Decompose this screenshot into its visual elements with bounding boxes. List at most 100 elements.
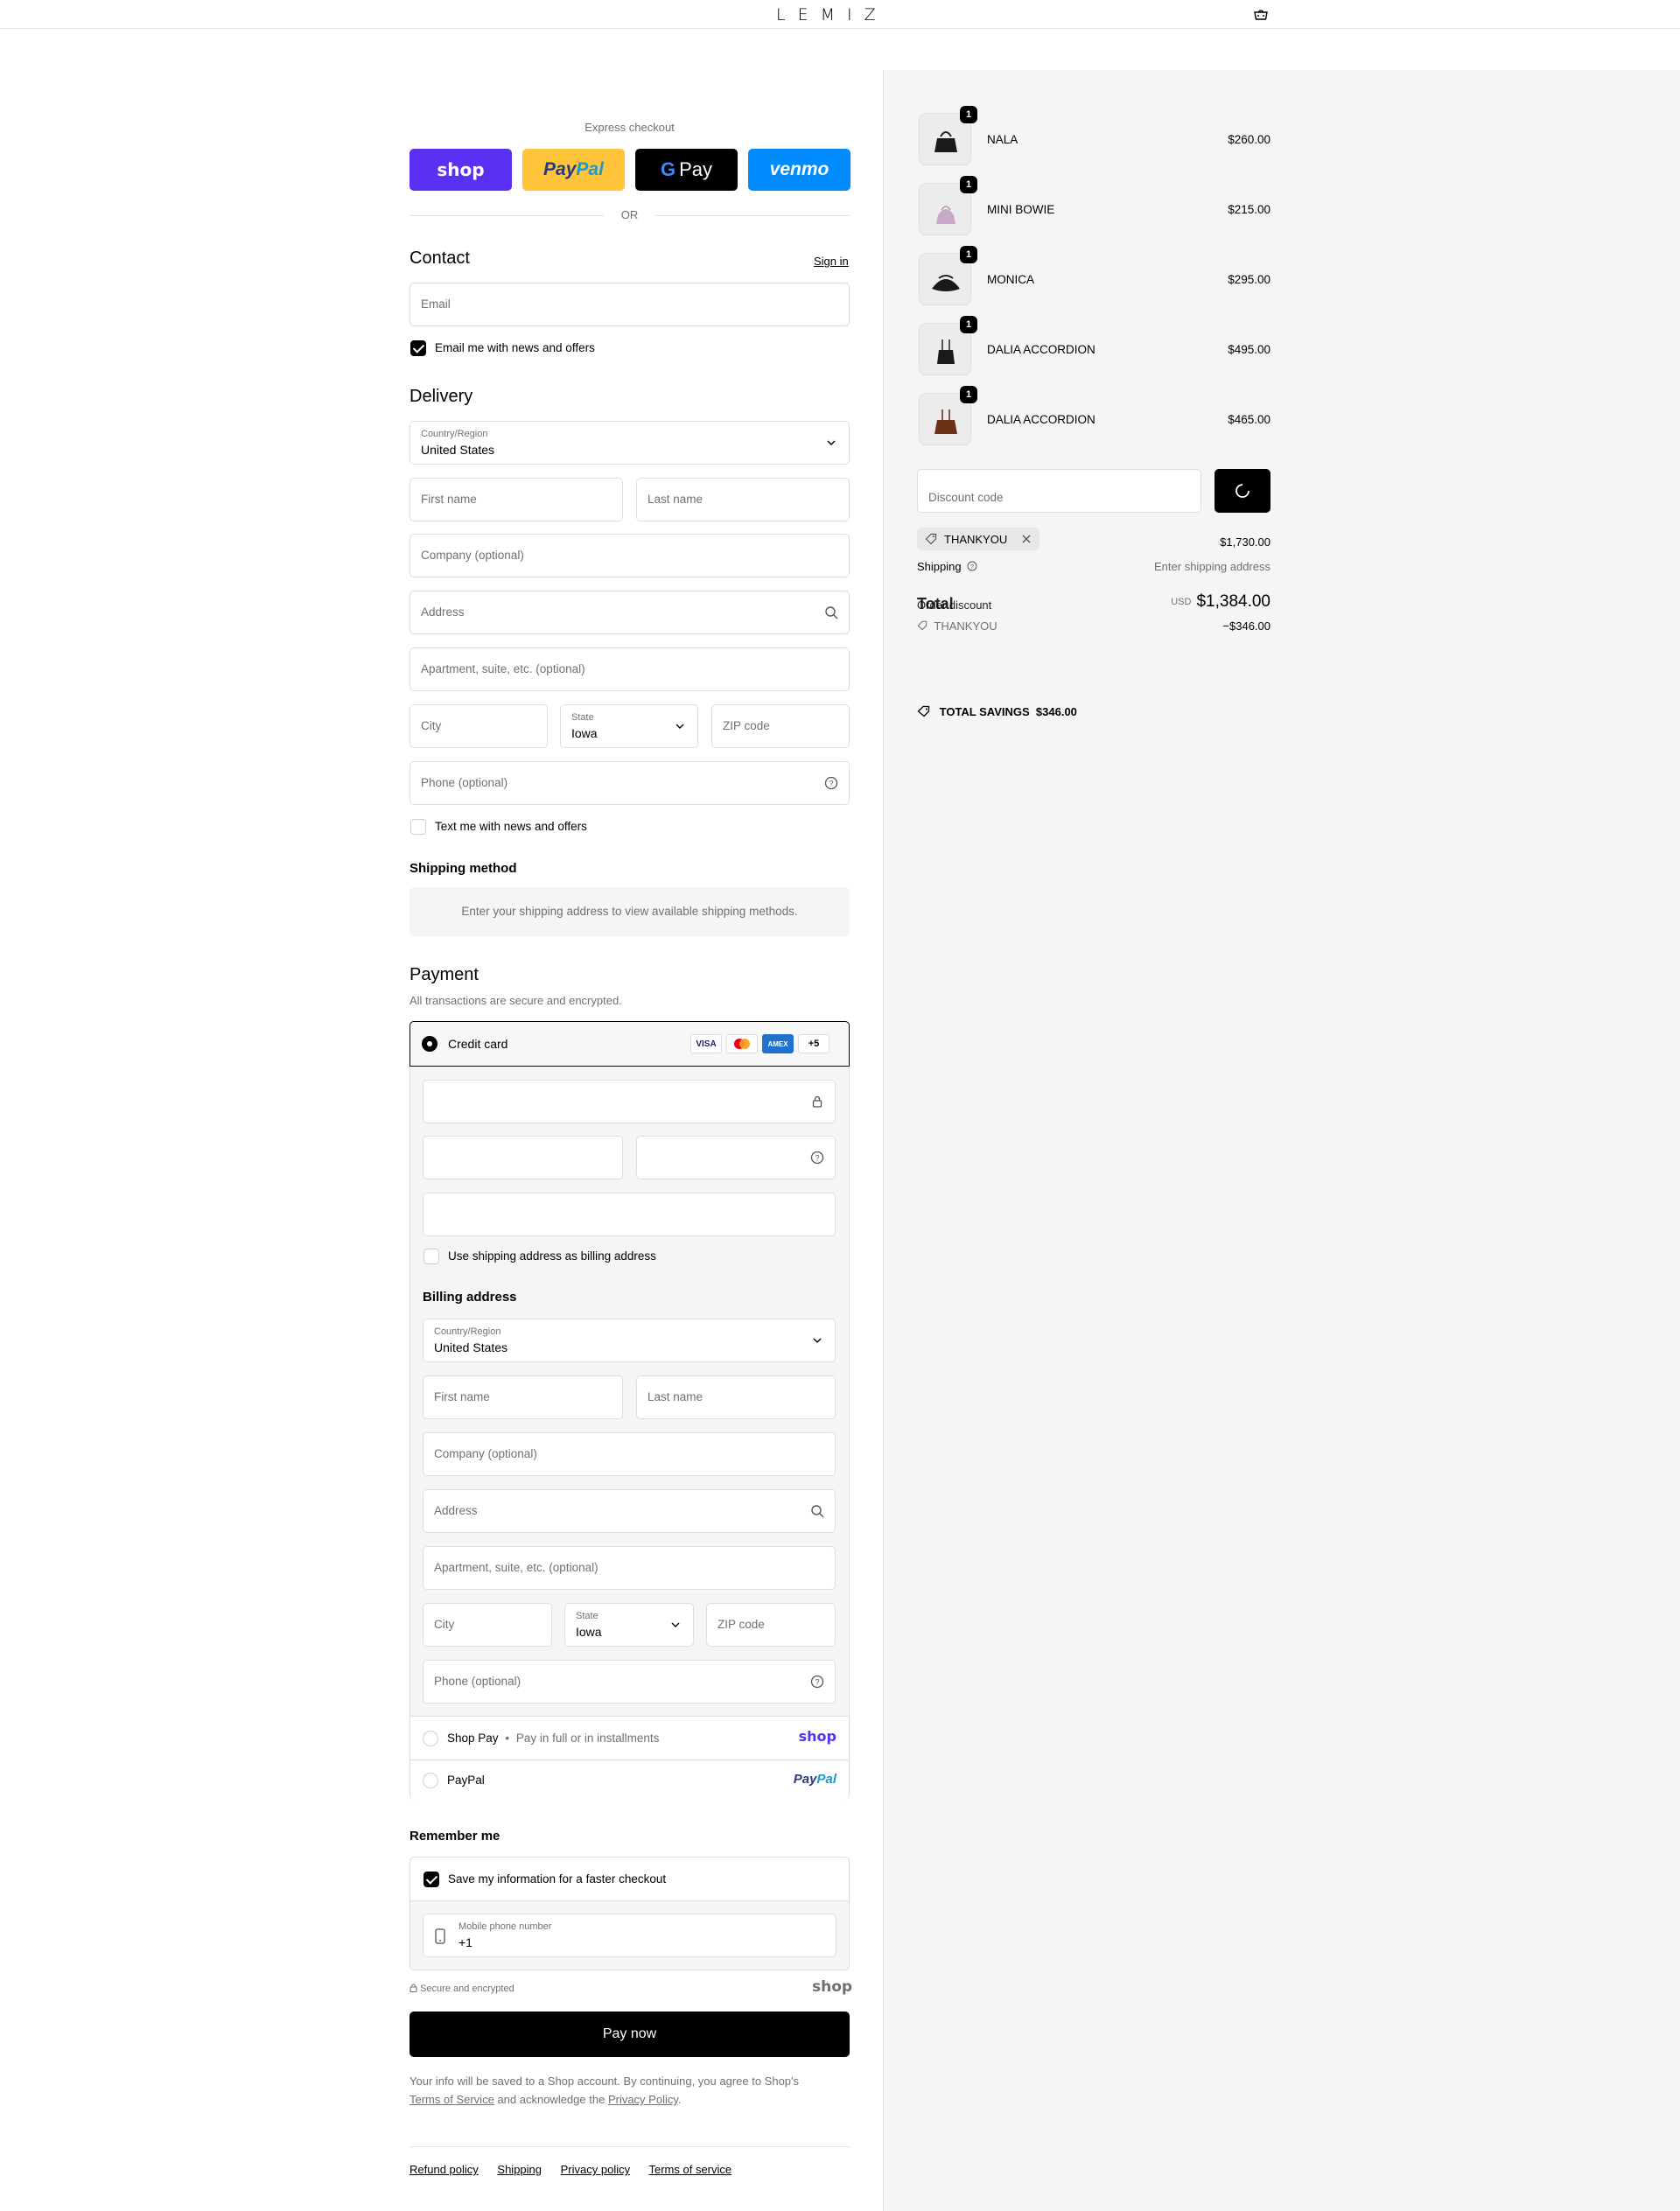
text-news-checkbox[interactable]: [410, 819, 426, 835]
help-icon[interactable]: ?: [810, 1675, 824, 1689]
address-field[interactable]: Address: [410, 591, 850, 634]
email-news-label: Email me with news and offers: [435, 341, 595, 354]
shipping-method-title: Shipping method: [410, 861, 517, 876]
billing-address-field[interactable]: Address: [423, 1489, 836, 1533]
apply-discount-button[interactable]: [1214, 469, 1270, 513]
state-select[interactable]: State Iowa: [560, 704, 698, 748]
svg-text:?: ?: [829, 780, 833, 788]
lock-icon: [812, 1095, 822, 1108]
paypal-button[interactable]: Pay Pal: [522, 149, 625, 191]
google-pay-button[interactable]: G Pay: [635, 149, 738, 191]
shop-pay-label: Shop Pay: [447, 1732, 499, 1745]
amex-icon: AMEX: [762, 1034, 794, 1053]
city-field[interactable]: City: [410, 704, 548, 748]
venmo-button[interactable]: venmo: [748, 149, 850, 191]
country-select[interactable]: Country/Region United States: [410, 421, 850, 465]
mobile-phone-field[interactable]: Mobile phone number +1: [423, 1914, 836, 1957]
name-on-card-field[interactable]: [423, 1193, 836, 1236]
item-name: NALA: [987, 133, 1018, 146]
billing-first-name-field[interactable]: First name: [423, 1375, 623, 1419]
billing-apartment-field[interactable]: Apartment, suite, etc. (optional): [423, 1546, 836, 1590]
shop-privacy-link[interactable]: Privacy Policy: [608, 2093, 678, 2106]
credit-card-label: Credit card: [448, 1037, 508, 1051]
secure-encrypted-note: Secure and encrypted: [410, 1984, 514, 1994]
svg-text:?: ?: [970, 564, 974, 570]
same-billing-checkbox[interactable]: [424, 1249, 439, 1264]
billing-company-field[interactable]: Company (optional): [423, 1432, 836, 1476]
item-price: $495.00: [1228, 343, 1270, 356]
paypal-radio[interactable]: [423, 1773, 438, 1788]
help-icon[interactable]: ?: [967, 561, 977, 571]
quantity-badge: 1: [960, 106, 977, 123]
paypal-option[interactable]: PayPal PayPal: [410, 1760, 849, 1800]
sign-in-link[interactable]: Sign in: [814, 255, 849, 268]
subtotal-value: $1,730.00: [1220, 535, 1270, 549]
billing-last-name-field[interactable]: Last name: [636, 1375, 836, 1419]
delivery-title: Delivery: [410, 387, 473, 406]
apartment-field[interactable]: Apartment, suite, etc. (optional): [410, 647, 850, 691]
first-name-field[interactable]: First name: [410, 478, 623, 521]
phone-field[interactable]: Phone (optional) ?: [410, 761, 850, 805]
shipping-label: Shipping ?: [917, 560, 977, 573]
zip-field[interactable]: ZIP code: [711, 704, 850, 748]
payment-subtitle: All transactions are secure and encrypte…: [410, 994, 622, 1007]
shop-terms-link[interactable]: Terms of Service: [410, 2093, 494, 2106]
terms-of-service-link[interactable]: Terms of service: [649, 2163, 732, 2176]
item-price: $260.00: [1228, 133, 1270, 146]
svg-text:?: ?: [815, 1154, 819, 1163]
help-icon[interactable]: ?: [824, 776, 838, 790]
order-discount-label: Order discount: [917, 598, 992, 612]
email-news-checkbox[interactable]: [410, 340, 426, 356]
company-field[interactable]: Company (optional): [410, 534, 850, 577]
pay-now-button[interactable]: Pay now: [410, 2012, 850, 2057]
order-summary-panel: [883, 70, 1680, 2211]
help-icon[interactable]: ?: [810, 1151, 824, 1165]
item-price: $295.00: [1228, 273, 1270, 286]
shipping-method-message: Enter your shipping address to view avai…: [410, 887, 850, 936]
google-g-icon: G: [660, 158, 676, 180]
last-name-field[interactable]: Last name: [636, 478, 850, 521]
privacy-policy-link[interactable]: Privacy policy: [561, 2163, 630, 2176]
billing-city-field[interactable]: City: [423, 1603, 552, 1647]
item-name: MINI BOWIE: [987, 203, 1055, 216]
discount-amount: −$346.00: [1222, 619, 1270, 633]
total-value: USD $1,384.00: [1171, 592, 1270, 611]
item-name: DALIA ACCORDION: [987, 413, 1096, 426]
security-code-field[interactable]: ?: [636, 1136, 836, 1179]
applied-discount-tag: THANKYOU: [917, 528, 1040, 550]
shop-pay-button[interactable]: shop: [410, 149, 512, 191]
shop-pay-radio[interactable]: [423, 1731, 438, 1746]
chevron-down-icon: [671, 1622, 680, 1627]
shop-pay-subtitle: Pay in full or in installments: [515, 1732, 660, 1745]
more-cards-badge: +5: [798, 1034, 830, 1053]
remove-discount-icon[interactable]: [1022, 535, 1031, 543]
save-info-checkbox[interactable]: [424, 1872, 439, 1887]
email-field[interactable]: Email: [410, 283, 850, 326]
paypal-logo: PayPal: [793, 1772, 836, 1787]
mobile-icon: [435, 1928, 445, 1944]
or-divider: OR: [410, 208, 850, 222]
shipping-policy-link[interactable]: Shipping: [497, 2163, 542, 2176]
item-name: DALIA ACCORDION: [987, 343, 1096, 356]
shipping-value: Enter shipping address: [1154, 560, 1270, 573]
remember-me-title: Remember me: [410, 1829, 500, 1844]
brand-logo[interactable]: LEMIZ: [776, 5, 888, 24]
credit-card-option[interactable]: Credit card VISA AMEX +5: [410, 1021, 850, 1067]
payment-title: Payment: [410, 965, 479, 984]
card-number-field[interactable]: [423, 1080, 836, 1123]
shop-pay-option[interactable]: Shop Pay • Pay in full or in installment…: [410, 1716, 849, 1760]
chevron-down-icon: [827, 440, 836, 445]
billing-zip-field[interactable]: ZIP code: [706, 1603, 836, 1647]
cart-icon[interactable]: [1253, 9, 1269, 20]
quantity-badge: 1: [960, 386, 977, 403]
mastercard-icon: [726, 1034, 758, 1053]
billing-country-select[interactable]: Country/Region United States: [423, 1319, 836, 1362]
remember-me-box: Save my information for a faster checkou…: [410, 1857, 850, 1970]
billing-phone-field[interactable]: Phone (optional) ?: [423, 1660, 836, 1704]
discount-code-field[interactable]: Discount code: [917, 469, 1201, 513]
credit-card-radio[interactable]: [422, 1036, 438, 1052]
refund-policy-link[interactable]: Refund policy: [410, 2163, 479, 2176]
billing-state-select[interactable]: State Iowa: [564, 1603, 694, 1647]
visa-icon: VISA: [690, 1034, 722, 1053]
expiry-field[interactable]: [423, 1136, 623, 1179]
